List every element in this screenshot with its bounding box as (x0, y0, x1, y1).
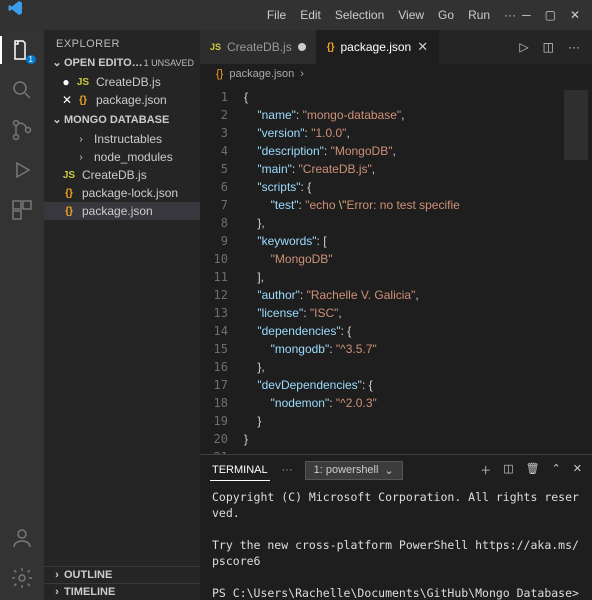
accounts-icon[interactable] (10, 526, 34, 550)
breadcrumb-file: package.json (229, 68, 294, 80)
line-gutter: 123456789101112131415161718192021 (200, 84, 236, 454)
maximize-panel-icon[interactable]: ⌃ (552, 462, 561, 478)
menu-run[interactable]: Run (462, 4, 496, 26)
menu-view[interactable]: View (392, 4, 430, 26)
outline-header[interactable]: ›OUTLINE (44, 566, 200, 583)
file-tree-item[interactable]: › node_modules (44, 148, 200, 166)
menu-file[interactable]: File (261, 4, 292, 26)
menu-edit[interactable]: Edit (294, 4, 327, 26)
split-editor-icon[interactable]: ◫ (543, 40, 554, 54)
title-bar: FileEditSelectionViewGoRun··· package.js… (0, 0, 592, 30)
new-terminal-icon[interactable]: ＋ (480, 462, 491, 478)
explorer-badge: 1 (26, 55, 36, 64)
vscode-logo-icon (8, 0, 255, 30)
chevron-right-icon: › (50, 569, 64, 581)
file-tree-item[interactable]: {} package-lock.json (44, 184, 200, 202)
js-file-icon: JS (76, 75, 90, 89)
maximize-button[interactable]: ▢ (545, 8, 556, 22)
file-label: CreateDB.js (82, 168, 147, 182)
menu-bar: FileEditSelectionViewGoRun··· (261, 4, 522, 26)
editor-tabs: JS CreateDB.js {} package.json ✕ ▷ ◫ ··· (200, 30, 592, 64)
close-panel-icon[interactable]: ✕ (573, 462, 582, 478)
close-window-button[interactable]: ✕ (570, 8, 580, 22)
explorer-sidebar: EXPLORER ⌄ OPEN EDITO… 1 UNSAVED ● JS Crea… (44, 30, 200, 600)
timeline-header[interactable]: ›TIMELINE (44, 583, 200, 600)
settings-gear-icon[interactable] (10, 566, 34, 590)
explorer-icon[interactable]: 1 (10, 38, 34, 62)
terminal-selector[interactable]: 1: powershell⌄ (305, 461, 403, 480)
editor-tab[interactable]: JS CreateDB.js (200, 30, 317, 64)
menu-···[interactable]: ··· (498, 4, 522, 26)
chevron-right-icon: › (50, 586, 64, 598)
project-header[interactable]: ⌄ MONGO DATABASE (44, 111, 200, 128)
run-debug-icon[interactable] (10, 158, 34, 182)
window-controls: ─ ▢ ✕ (522, 8, 584, 22)
terminal-panel: TERMINAL ··· 1: powershell⌄ ＋ ◫ 🗑 ⌃ ✕ Co… (200, 454, 592, 600)
chevron-down-icon: ⌄ (384, 464, 393, 477)
chevron-right-icon: › (74, 132, 88, 146)
editor-tab[interactable]: {} package.json ✕ (317, 30, 439, 64)
chevron-right-icon: › (300, 68, 304, 80)
search-icon[interactable] (10, 78, 34, 102)
menu-selection[interactable]: Selection (329, 4, 390, 26)
sidebar-title: EXPLORER (44, 30, 200, 54)
file-label: package.json (96, 93, 167, 107)
minimap[interactable] (560, 84, 592, 454)
open-editor-item[interactable]: ● JS CreateDB.js (44, 73, 200, 91)
json-file-icon: {} (76, 93, 90, 107)
dirty-dot-icon[interactable]: ● (62, 75, 70, 89)
chevron-down-icon: ⌄ (50, 113, 64, 126)
js-file-icon: JS (210, 42, 221, 52)
more-icon[interactable]: ··· (568, 40, 580, 54)
activity-bar: 1 (0, 30, 44, 600)
dirty-dot-icon (298, 43, 306, 51)
code-content[interactable]: { "name": "mongo-database", "version": "… (236, 84, 560, 454)
terminal-output[interactable]: Copyright (C) Microsoft Corporation. All… (200, 485, 592, 600)
file-label: CreateDB.js (96, 75, 161, 89)
tab-label: package.json (341, 40, 412, 54)
json-file-icon: {} (62, 204, 76, 218)
file-tree-item[interactable]: JS CreateDB.js (44, 166, 200, 184)
tab-label: CreateDB.js (227, 40, 292, 54)
file-tree-item[interactable]: {} package.json (44, 202, 200, 220)
open-editors-header[interactable]: ⌄ OPEN EDITO… 1 UNSAVED (44, 54, 200, 71)
json-icon: {} (216, 68, 223, 80)
chevron-right-icon: › (74, 150, 88, 164)
code-editor[interactable]: 123456789101112131415161718192021 { "nam… (200, 84, 592, 454)
open-editor-item[interactable]: ✕ {} package.json (44, 91, 200, 109)
js-file-icon: JS (62, 168, 76, 182)
close-icon[interactable]: ✕ (62, 93, 70, 107)
menu-go[interactable]: Go (432, 4, 460, 26)
split-terminal-icon[interactable]: ◫ (503, 462, 513, 478)
file-label: node_modules (94, 150, 173, 164)
json-file-icon: {} (327, 42, 335, 53)
source-control-icon[interactable] (10, 118, 34, 142)
file-tree-item[interactable]: › Instructables (44, 130, 200, 148)
extensions-icon[interactable] (10, 198, 34, 222)
editor-area: JS CreateDB.js {} package.json ✕ ▷ ◫ ··· {} … (200, 30, 592, 600)
run-icon[interactable]: ▷ (519, 40, 528, 54)
file-label: package-lock.json (82, 186, 178, 200)
breadcrumb[interactable]: {} package.json › (200, 64, 592, 84)
terminal-more[interactable]: ··· (280, 460, 295, 480)
close-tab-icon[interactable]: ✕ (417, 39, 428, 55)
chevron-down-icon: ⌄ (50, 56, 64, 69)
json-file-icon: {} (62, 186, 76, 200)
file-label: Instructables (94, 132, 162, 146)
minimize-button[interactable]: ─ (522, 8, 531, 22)
file-label: package.json (82, 204, 153, 218)
terminal-tab[interactable]: TERMINAL (210, 460, 270, 481)
tab-actions: ▷ ◫ ··· (507, 30, 592, 64)
trash-icon[interactable]: 🗑 (526, 462, 540, 478)
